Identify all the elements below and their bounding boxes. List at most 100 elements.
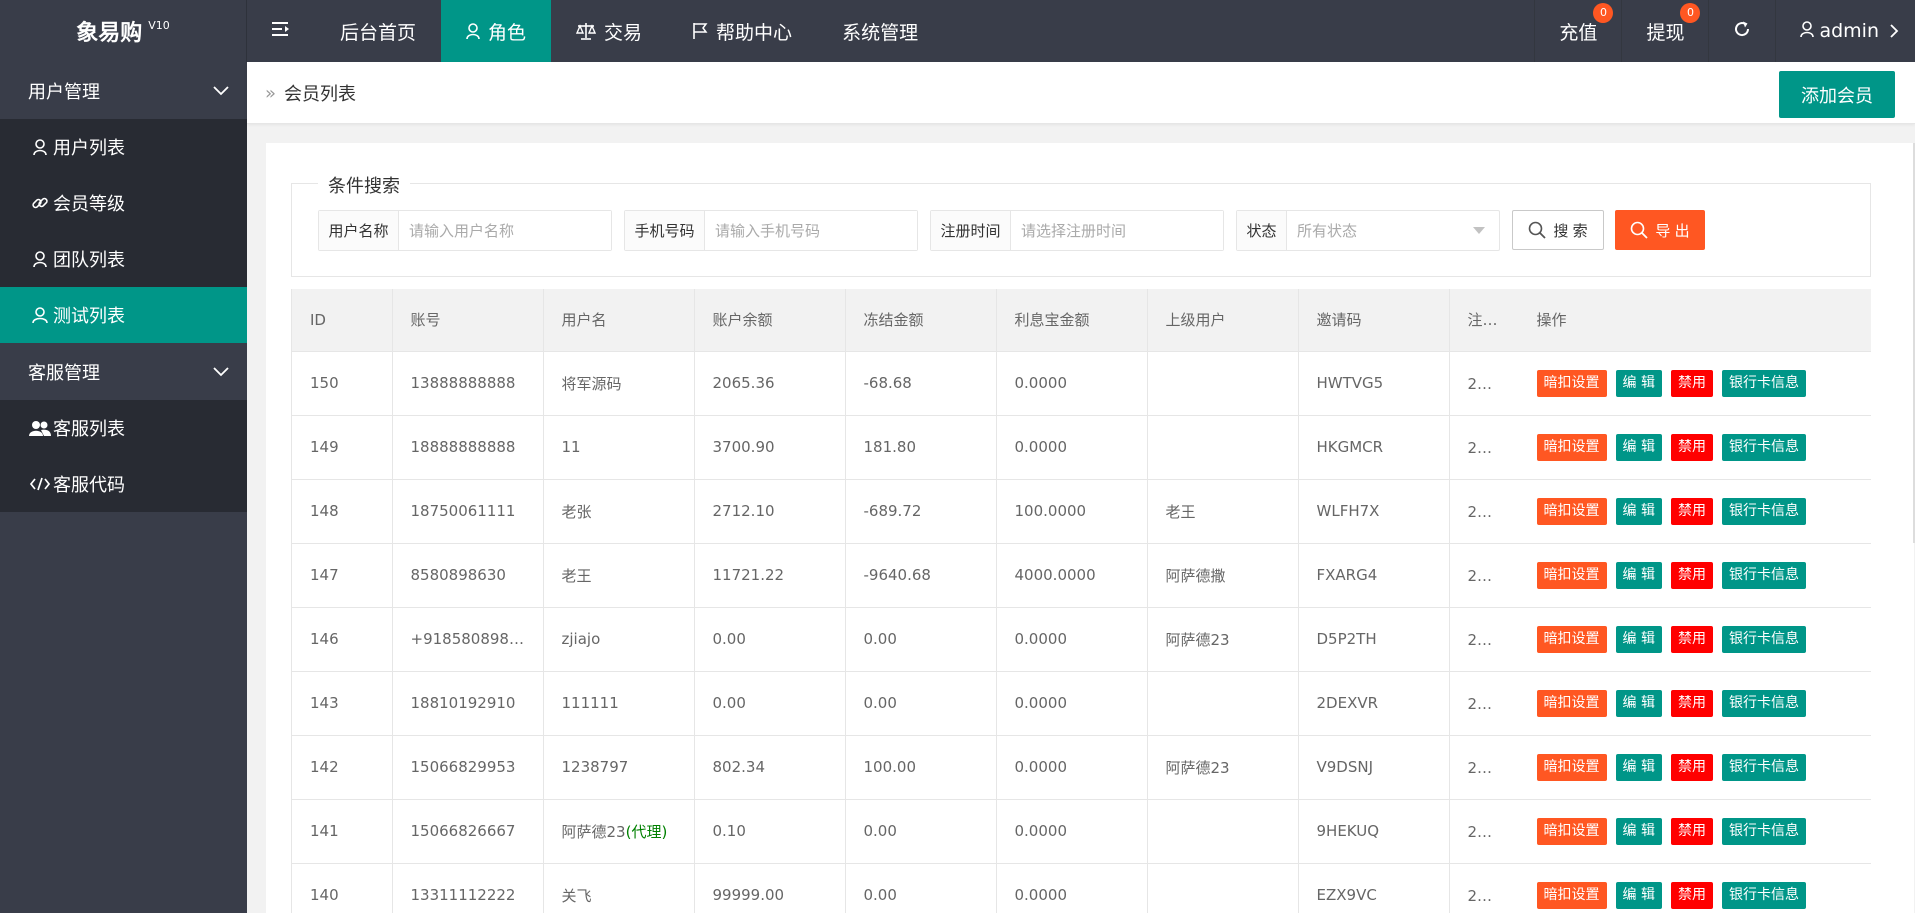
sidebar-item-member-level[interactable]: 会员等级 [0, 175, 247, 231]
cell-invite-text: FXARG4 [1316, 566, 1378, 584]
bank-card-info-button[interactable]: 银行卡信息 [1721, 625, 1806, 653]
secret-deduct-button[interactable]: 暗扣设置 [1536, 625, 1607, 653]
bank-card-info-button[interactable]: 银行卡信息 [1721, 881, 1806, 909]
cell-parent [1147, 863, 1299, 913]
topnav-role[interactable]: 角色 [441, 0, 552, 62]
bank-card-info-button[interactable]: 银行卡信息 [1721, 497, 1806, 525]
search-icon [1630, 221, 1649, 239]
secret-deduct-button[interactable]: 暗扣设置 [1536, 881, 1607, 909]
bank-card-info-button[interactable]: 银行卡信息 [1721, 561, 1806, 589]
ban-button[interactable]: 禁用 [1670, 497, 1713, 525]
cell-interest-text: 100.0000 [1014, 502, 1087, 520]
bank-card-info-button[interactable]: 银行卡信息 [1721, 369, 1806, 397]
bank-card-info-button[interactable]: 银行卡信息 [1721, 817, 1806, 845]
table-row: 148 18750061111 老张 2712.10 -689.72 100.0000 老王… [292, 479, 1871, 544]
app-version: V10 [148, 18, 170, 32]
cell-frozen: -68.68 [845, 351, 997, 416]
edit-button[interactable]: 编 辑 [1615, 817, 1662, 845]
ban-button[interactable]: 禁用 [1670, 561, 1713, 589]
sidebar-submenu-users: 用户列表 会员等级 团队列表 测试列表 [0, 119, 247, 343]
cell-username: 关飞 [543, 863, 695, 913]
edit-button[interactable]: 编 辑 [1615, 881, 1662, 909]
recharge-label: 充值 [1559, 21, 1598, 44]
search-button[interactable]: 搜 索 [1512, 210, 1604, 250]
cell-balance: 802.34 [694, 735, 846, 800]
secret-deduct-button[interactable]: 暗扣设置 [1536, 753, 1607, 781]
secret-deduct-button[interactable]: 暗扣设置 [1536, 369, 1607, 397]
ban-button[interactable]: 禁用 [1670, 881, 1713, 909]
select-caret-icon[interactable] [1473, 211, 1499, 250]
cell-interest: 0.0000 [996, 607, 1148, 672]
sidebar-item-service-code[interactable]: 客服代码 [0, 456, 247, 512]
cell-id: 150 [292, 351, 393, 416]
edit-button[interactable]: 编 辑 [1615, 369, 1662, 397]
withdraw-link[interactable]: 提现 0 [1621, 0, 1708, 62]
cell-frozen-text: -689.72 [863, 502, 922, 520]
username-input[interactable] [399, 211, 611, 250]
add-member-button[interactable]: 添加会员 [1779, 71, 1895, 118]
export-button[interactable]: 导 出 [1615, 210, 1705, 250]
phone-input[interactable] [705, 211, 917, 250]
edit-button[interactable]: 编 辑 [1615, 433, 1662, 461]
table-row: 141 15066826667 阿萨德23(代理) 0.10 0.00 0.0000 9HE… [292, 799, 1871, 864]
sidebar-group-service-management[interactable]: 客服管理 [0, 343, 247, 400]
member-table: ID 账号 用户名 账户余额 冻结金额 利息宝金额 上级用户 邀请码 注册时间 … [292, 289, 1871, 913]
ban-button[interactable]: 禁用 [1670, 625, 1713, 653]
edit-button[interactable]: 编 辑 [1615, 689, 1662, 717]
edit-button[interactable]: 编 辑 [1615, 625, 1662, 653]
cell-frozen-text: 0.00 [863, 822, 897, 840]
cell-id-text: 141 [310, 822, 339, 840]
topnav-system[interactable]: 系统管理 [817, 0, 943, 62]
refresh-button[interactable] [1708, 0, 1775, 62]
sidebar-group-user-management[interactable]: 用户管理 [0, 62, 247, 119]
cell-username: 老王 [543, 543, 695, 608]
ban-button[interactable]: 禁用 [1670, 689, 1713, 717]
member-table-wrapper[interactable]: ID 账号 用户名 账户余额 冻结金额 利息宝金额 上级用户 邀请码 注册时间 … [291, 289, 1871, 913]
sidebar-item-team-list[interactable]: 团队列表 [0, 231, 247, 287]
bank-card-info-button[interactable]: 银行卡信息 [1721, 753, 1806, 781]
col-header-balance: 账户余额 [694, 289, 846, 352]
sidebar-item-test-list[interactable]: 测试列表 [0, 287, 247, 343]
sidebar-item-service-list[interactable]: 客服列表 [0, 400, 247, 456]
bank-card-info-button[interactable]: 银行卡信息 [1721, 433, 1806, 461]
app-logo[interactable]: 象易购 V10 [0, 0, 247, 62]
cell-id-text: 142 [310, 758, 339, 776]
cell-id-text: 149 [310, 438, 339, 456]
cell-invite-text: WLFH7X [1316, 502, 1380, 520]
topnav-help[interactable]: 帮助中心 [667, 0, 817, 62]
cell-account-text: 15066826667 [410, 822, 516, 840]
ban-button[interactable]: 禁用 [1670, 753, 1713, 781]
secret-deduct-button[interactable]: 暗扣设置 [1536, 433, 1607, 461]
bank-card-info-button[interactable]: 银行卡信息 [1721, 689, 1806, 717]
table-row: 149 18888888888 11 3700.90 181.80 0.0000 HKGMC… [292, 415, 1871, 480]
admin-user-menu[interactable]: admin [1775, 0, 1915, 62]
edit-button[interactable]: 编 辑 [1615, 753, 1662, 781]
sidebar-item-label: 客服列表 [53, 419, 125, 440]
menu-toggle-button[interactable] [247, 0, 315, 62]
secret-deduct-button[interactable]: 暗扣设置 [1536, 817, 1607, 845]
topnav-home[interactable]: 后台首页 [315, 0, 441, 62]
recharge-link[interactable]: 充值 0 [1534, 0, 1621, 62]
table-header-row: ID 账号 用户名 账户余额 冻结金额 利息宝金额 上级用户 邀请码 注册时间 … [292, 289, 1871, 352]
cell-regtime-text: 2021年 [1467, 502, 1519, 521]
status-select[interactable]: 所有状态 [1287, 211, 1473, 250]
sidebar-item-user-list[interactable]: 用户列表 [0, 119, 247, 175]
ban-button[interactable]: 禁用 [1670, 369, 1713, 397]
edit-button[interactable]: 编 辑 [1615, 497, 1662, 525]
secret-deduct-button[interactable]: 暗扣设置 [1536, 497, 1607, 525]
edit-button[interactable]: 编 辑 [1615, 561, 1662, 589]
secret-deduct-button[interactable]: 暗扣设置 [1536, 689, 1607, 717]
ban-button[interactable]: 禁用 [1670, 433, 1713, 461]
secret-deduct-button[interactable]: 暗扣设置 [1536, 561, 1607, 589]
regtime-input[interactable] [1011, 211, 1223, 250]
refresh-icon [1733, 20, 1751, 43]
cell-regtime-text: 2021年 [1467, 438, 1519, 457]
cell-id-text: 148 [310, 502, 339, 520]
cell-balance-text: 802.34 [712, 758, 766, 776]
cell-regtime-text: 2021年 [1467, 694, 1519, 713]
cell-account-text: +9185808986... [410, 630, 533, 648]
cell-regtime: 2021年 [1449, 735, 1520, 800]
code-icon [29, 477, 51, 491]
topnav-trade[interactable]: 交易 [551, 0, 667, 62]
ban-button[interactable]: 禁用 [1670, 817, 1713, 845]
